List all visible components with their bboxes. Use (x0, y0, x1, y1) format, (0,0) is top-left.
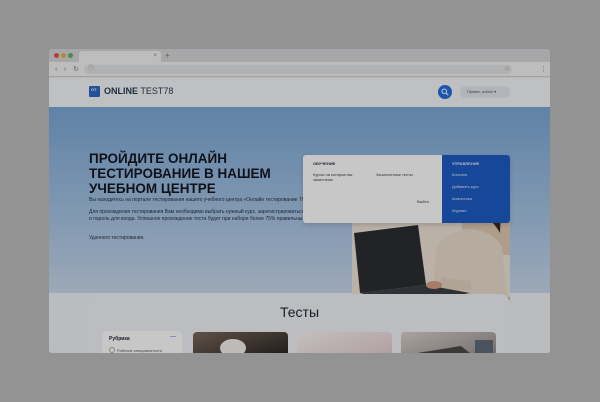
url-input[interactable]: ⓘ (84, 65, 512, 74)
browser-window: × + ‹ › ↻ ⓘ ☆ ⋮ OT ONLINE TEST78 Привет,… (49, 49, 550, 353)
bookmark-star-icon[interactable]: ☆ (504, 64, 510, 75)
menu-item-console[interactable]: Консоль (452, 172, 467, 177)
site-info-icon[interactable]: ⓘ (88, 64, 94, 75)
workshop-photo (417, 340, 493, 353)
rubric-option[interactable]: Рабочие специальности (109, 347, 162, 353)
site-header: OT ONLINE TEST78 Привет, admin ▾ (49, 78, 550, 107)
user-dropdown-menu: ОБУЧЕНИЕ Курсы на которые вы зачислены З… (303, 155, 510, 223)
logout-link[interactable]: Выйти (417, 199, 429, 204)
learning-heading: ОБУЧЕНИЕ (313, 161, 336, 166)
maximize-window-button[interactable] (68, 53, 73, 58)
logo-text[interactable]: ONLINE TEST78 (104, 86, 173, 97)
management-heading: УПРАВЛЕНИЕ (452, 161, 480, 166)
menu-item-journal[interactable]: Журнал (452, 208, 467, 213)
enrolled-courses-link[interactable]: Курсы на которые вы зачислены (313, 172, 365, 182)
menu-item-analytics[interactable]: Аналитика (452, 196, 472, 201)
browser-menu-icon[interactable]: ⋮ (540, 63, 547, 76)
rubric-title: Рубрика (109, 336, 130, 342)
collapse-icon[interactable]: — (170, 334, 176, 340)
chef-photo (220, 339, 246, 353)
tab-close-icon[interactable]: × (153, 51, 157, 62)
browser-tab[interactable]: × (79, 51, 161, 62)
search-icon (441, 88, 449, 96)
back-icon[interactable]: ‹ (55, 64, 57, 75)
enrolled-tests-link[interactable]: Зачисленные тесты (376, 172, 436, 177)
test-card[interactable] (297, 332, 392, 353)
reload-icon[interactable]: ↻ (73, 64, 79, 75)
menu-item-add-course[interactable]: Добавить курс (452, 184, 479, 189)
forward-icon[interactable]: › (64, 64, 66, 75)
address-bar-row: ‹ › ↻ ⓘ ☆ ⋮ (49, 62, 550, 77)
new-tab-button[interactable]: + (165, 49, 170, 62)
tests-section: Тесты Рубрика — Рабочие специальности (89, 294, 510, 353)
hero-wish-text: Удачного тестирования. (89, 235, 145, 241)
rubric-filter: Рубрика — Рабочие специальности (102, 331, 182, 353)
learning-column: ОБУЧЕНИЕ Курсы на которые вы зачислены З… (303, 155, 442, 223)
test-card[interactable] (401, 332, 496, 353)
management-column: УПРАВЛЕНИЕ Консоль Добавить курс Аналити… (442, 155, 510, 223)
minimize-window-button[interactable] (61, 53, 66, 58)
hero-title: ПРОЙДИТЕ ОНЛАЙН ТЕСТИРОВАНИЕ В НАШЕМ УЧЕ… (89, 151, 271, 196)
test-card[interactable] (193, 332, 288, 353)
manicure-photo (297, 332, 392, 353)
tab-bar: × + (49, 49, 550, 62)
logo-icon[interactable]: OT (89, 86, 100, 97)
close-window-button[interactable] (54, 53, 59, 58)
user-menu-button[interactable]: Привет, admin ▾ (460, 86, 510, 98)
web-page: OT ONLINE TEST78 Привет, admin ▾ ПРОЙДИТ… (49, 78, 550, 353)
tests-title: Тесты (279, 304, 320, 320)
search-button[interactable] (438, 85, 452, 99)
